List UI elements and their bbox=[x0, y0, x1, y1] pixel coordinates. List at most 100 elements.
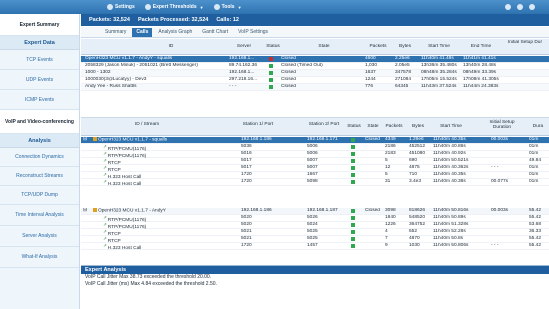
expert-thresholds-menu[interactable]: Expert Thresholds ▼ bbox=[144, 4, 204, 10]
status-green-icon bbox=[351, 230, 355, 234]
cell-packets: 5 bbox=[385, 158, 388, 163]
settings-menu[interactable]: Settings bbox=[107, 4, 135, 10]
table-row[interactable]: 2058329 (Jason Minuk) - 2051021 (Brett M… bbox=[81, 63, 549, 70]
cell-packets: 31 bbox=[385, 179, 391, 184]
tab-calls[interactable]: Calls bbox=[132, 28, 153, 37]
col-header-state[interactable]: State bbox=[365, 124, 381, 129]
col-header-duration[interactable]: Dura bbox=[529, 124, 547, 129]
table-row[interactable]: ↗RTCP 5017 5007 12 4875 11h40m 40.362s -… bbox=[81, 165, 549, 173]
cell-server: - - - bbox=[229, 84, 237, 89]
cell-packets: 7 bbox=[385, 236, 388, 241]
col-header-start-time[interactable]: Start Time bbox=[433, 124, 469, 129]
cell-id: ↗H.323 Host Call bbox=[103, 243, 233, 251]
sidebar-item-udp-events[interactable]: UDP Events bbox=[0, 70, 79, 90]
cell-dura: 01m bbox=[529, 179, 539, 184]
stats-bar: Packets: 32,524 Packets Processed: 32,52… bbox=[81, 14, 549, 26]
table-row[interactable]: ↗H.323 Host Call 1720 1457 9 1030 11h40m… bbox=[81, 243, 549, 251]
stream-icon: ↗ bbox=[103, 144, 107, 149]
col-header-packets[interactable]: Packets bbox=[365, 44, 391, 49]
col-header-initial-setup[interactable]: Initial Setup Dur bbox=[505, 40, 545, 45]
col-header-server[interactable]: Server bbox=[229, 44, 259, 49]
tools-menu[interactable]: Tools ▼ bbox=[213, 4, 242, 10]
table-row[interactable]: ⊟ OpenH323 MCU v1.1.7 - squalls 192.168.… bbox=[81, 137, 549, 144]
col-header-packets[interactable]: Packets bbox=[383, 124, 405, 129]
collapse-icon[interactable]: ⊟ bbox=[83, 137, 91, 142]
col-header-bytes[interactable]: Bytes bbox=[409, 124, 427, 129]
cell-bytes: 710 bbox=[409, 172, 418, 177]
export-icon[interactable] bbox=[529, 4, 535, 10]
cell-init: - - - bbox=[491, 165, 499, 170]
view-tabs: Summary Calls Analysis Graph Gantt Chart… bbox=[81, 27, 549, 38]
table-row[interactable]: ↗H.323 Host Call 1720 1667 5 710 11h40m … bbox=[81, 172, 549, 180]
col-header-state[interactable]: State bbox=[309, 44, 339, 49]
col-header-start-time[interactable]: Start Time bbox=[421, 44, 457, 49]
table-row[interactable]: ⊟ OpenH323 MCU v1.1.7 - AndyY 192.168.1.… bbox=[81, 208, 549, 215]
sidebar-item-label: VoIP and Video-conferencing bbox=[5, 118, 74, 125]
help-icon[interactable] bbox=[505, 4, 511, 10]
sidebar-item-expert-summary[interactable]: Expert Summary bbox=[0, 14, 79, 36]
cell-id-text: H.323 Host Call bbox=[107, 182, 142, 187]
cell-station2: 5025 bbox=[307, 236, 318, 241]
cell-bytes: 548520 bbox=[409, 215, 426, 220]
cell-init: - - - bbox=[491, 243, 499, 248]
col-header-station1[interactable]: Station 1/ Port bbox=[241, 122, 275, 127]
sidebar-item-voip[interactable]: VoIP and Video-conferencing bbox=[0, 110, 79, 134]
cell-bytes: 4870 bbox=[409, 236, 420, 241]
table-row[interactable]: ↗H.323 Host Call 1720 5098 31 3.4e3 11h4… bbox=[81, 179, 549, 187]
col-header-id-stream[interactable]: ID / Stream bbox=[117, 122, 177, 127]
table-row[interactable]: ↗RTP/PCMU(1176) 5020 5024 1226 364752 11… bbox=[81, 222, 549, 230]
table-row[interactable]: 1000030(3@Lucatyy) - Dev3 297.218.16... … bbox=[81, 77, 549, 84]
table-row[interactable]: ↗RTP/PCMU(1176) 5016 5006 2183 451080 11… bbox=[81, 151, 549, 159]
col-header-bytes[interactable]: Bytes bbox=[395, 44, 415, 49]
table-row[interactable]: ↗RTCP 5021 5025 4 552 11h40m 52.28s 36.3… bbox=[81, 229, 549, 237]
table-row[interactable]: OpenH323 MCU v1.1.7 - AndyY - squalls 19… bbox=[81, 56, 549, 63]
status-green-icon bbox=[351, 223, 355, 227]
tab-summary[interactable]: Summary bbox=[101, 28, 130, 37]
table-row[interactable]: 1000 - 1302 192.168.1... Closed 1637 347… bbox=[81, 70, 549, 77]
col-header-end-time[interactable]: End Time bbox=[463, 44, 499, 49]
table-row[interactable]: ↗RTCP 5017 5007 5 690 11h40m 50.521s 49.… bbox=[81, 158, 549, 166]
cell-station1: 5017 bbox=[241, 165, 252, 170]
col-header-status[interactable]: Status bbox=[345, 124, 363, 129]
cell-start: 11h40m 41.48s bbox=[421, 56, 454, 61]
cell-start: 11h40m 51.328s bbox=[433, 222, 469, 227]
expert-analysis-title: Expert Analysis bbox=[81, 266, 549, 274]
col-header-initial-setup[interactable]: Initial Setup Duration bbox=[481, 120, 523, 130]
col-header-station2[interactable]: Station 2/ Port bbox=[307, 122, 341, 127]
cell-id: Andy Yee - Russ Shattls bbox=[85, 84, 137, 89]
sidebar-item-tcp-udp-dump[interactable]: TCP/UDP Dump bbox=[0, 186, 79, 205]
call-icon bbox=[93, 208, 97, 212]
sidebar-item-label: What-If Analysis bbox=[21, 254, 58, 260]
table-row[interactable]: ↗RTP/PCMU(1176) 5036 5006 2186 452512 11… bbox=[81, 144, 549, 152]
collapse-icon[interactable]: ⊟ bbox=[83, 208, 91, 213]
table-row[interactable]: ↗RTCP 5021 5025 7 4870 11h40m 50.8s 55.4… bbox=[81, 236, 549, 244]
sidebar-item-connection-dynamics[interactable]: Connection Dynamics bbox=[0, 148, 79, 167]
col-header-status[interactable]: Status bbox=[261, 44, 285, 49]
cell-bytes: 3.4e3 bbox=[409, 179, 422, 184]
table-row[interactable]: ↗RTP/PCMU(1176) 5020 5026 1840 548520 11… bbox=[81, 215, 549, 223]
sidebar-item-tcp-events[interactable]: TCP Events bbox=[0, 50, 79, 70]
tab-voip-settings[interactable]: VoIP Settings bbox=[234, 28, 272, 37]
cell-station2: 1667 bbox=[307, 172, 318, 177]
sidebar-section-analysis: Analysis bbox=[0, 134, 79, 148]
sidebar-item-icmp-events[interactable]: ICMP Events bbox=[0, 90, 79, 110]
expert-analysis-message: VoIP Call Jitter Max 38.73 exceeded the … bbox=[85, 274, 212, 280]
table-row[interactable]: Andy Yee - Russ Shattls - - - Closed 776… bbox=[81, 84, 549, 91]
tab-analysis-graph[interactable]: Analysis Graph bbox=[154, 28, 196, 37]
sidebar-item-what-if[interactable]: What-If Analysis bbox=[0, 247, 79, 268]
tab-gantt-chart[interactable]: Gantt Chart bbox=[198, 28, 232, 37]
cell-dura: 01m bbox=[529, 144, 539, 149]
cell-bytes: 1.29e6 bbox=[409, 137, 424, 142]
sidebar-item-server-analysis[interactable]: Server Analysis bbox=[0, 226, 79, 247]
cell-dura: 55.42 bbox=[529, 215, 542, 220]
sidebar-item-reconstruct-streams[interactable]: Reconstruct Streams bbox=[0, 167, 79, 186]
col-header-id[interactable]: ID bbox=[141, 44, 201, 49]
sidebar-item-label: ICMP Events bbox=[24, 96, 55, 103]
cell-id: OpenH323 MCU v1.1.7 - AndyY - squalls bbox=[85, 56, 173, 61]
sidebar-item-time-interval[interactable]: Time Interval Analysis bbox=[0, 205, 79, 226]
status-green-icon bbox=[269, 78, 273, 82]
splitter[interactable] bbox=[81, 104, 549, 118]
cell-station1: 5021 bbox=[241, 229, 252, 234]
cell-dura: 01m bbox=[529, 172, 539, 177]
print-icon[interactable] bbox=[517, 4, 523, 10]
